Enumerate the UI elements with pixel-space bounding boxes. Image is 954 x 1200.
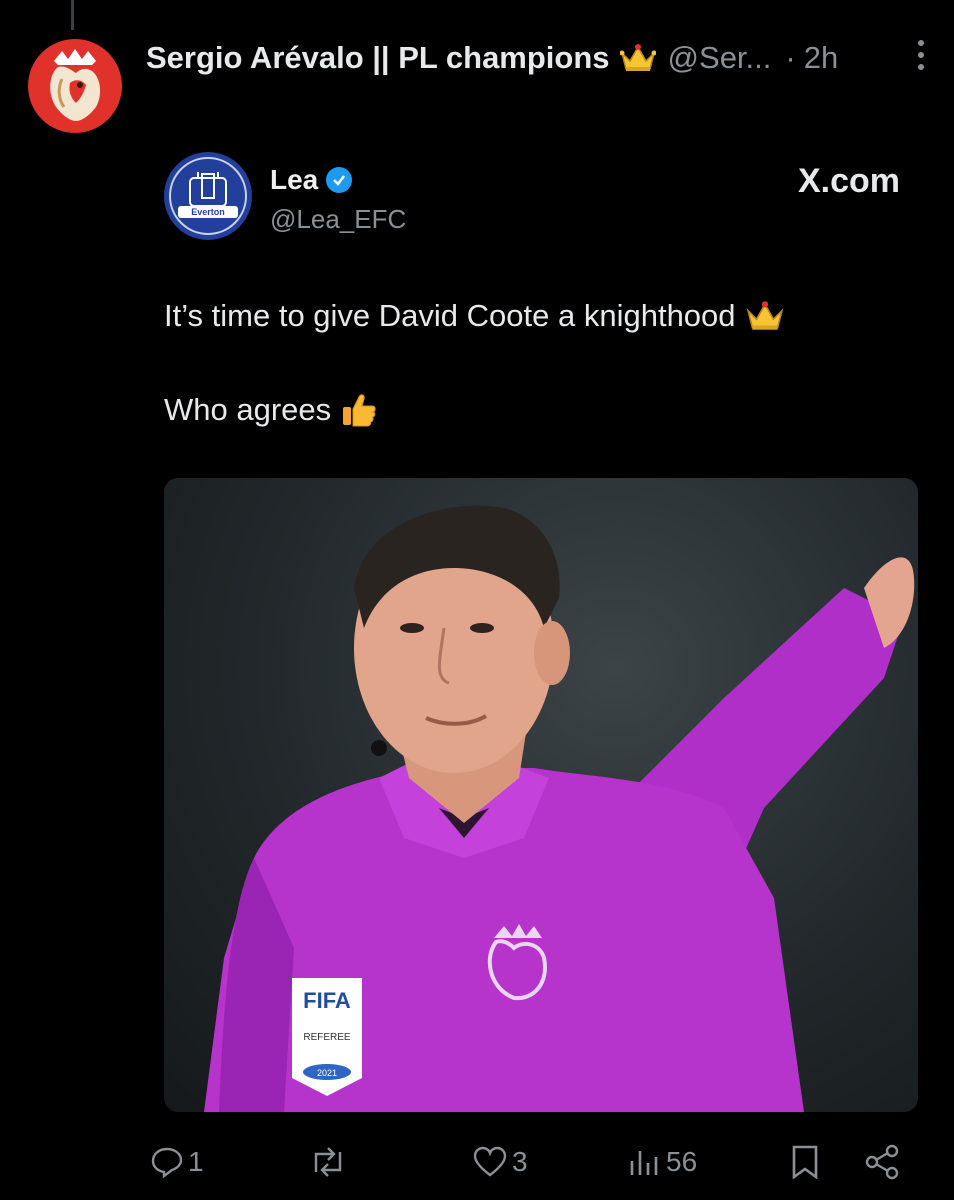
- quoted-line2-text: Who agrees: [164, 392, 332, 427]
- crown-icon: [619, 43, 656, 73]
- quoted-author-name[interactable]: Lea: [270, 164, 353, 196]
- author-name[interactable]: Sergio Arévalo || PL champions: [146, 40, 610, 76]
- reply-icon: [151, 1147, 183, 1178]
- fifa-label: FIFA: [303, 988, 351, 1013]
- quoted-post[interactable]: Everton Lea @Lea_EFC X.com It’s time to …: [146, 138, 926, 1118]
- repost-button[interactable]: [308, 1146, 352, 1178]
- quoted-text-line1: It’s time to give David Coote a knightho…: [164, 298, 784, 334]
- quoted-avatar[interactable]: Everton: [164, 152, 252, 240]
- reply-button[interactable]: 1: [150, 1146, 204, 1178]
- more-options-icon[interactable]: [918, 40, 924, 70]
- referee-label: REFEREE: [303, 1032, 351, 1043]
- tweet-header: Sergio Arévalo || PL champions @Ser... ·…: [146, 32, 924, 84]
- action-bar: 1 3 56: [146, 1136, 926, 1188]
- repost-icon: [314, 1147, 342, 1177]
- separator-dot: ·: [785, 40, 796, 75]
- heart-icon: [473, 1146, 507, 1177]
- everton-crest-icon: Everton: [169, 157, 247, 235]
- thread-connector-line: [71, 0, 74, 30]
- like-button[interactable]: 3: [472, 1146, 528, 1178]
- verified-badge-icon: [326, 167, 353, 193]
- badge-label: Everton: [191, 207, 225, 217]
- like-count: 3: [512, 1146, 528, 1177]
- referee-illustration: FIFA REFEREE 2021: [204, 505, 915, 1112]
- referee-photo[interactable]: FIFA REFEREE 2021: [164, 478, 918, 1112]
- views-count: 56: [666, 1146, 698, 1177]
- quoted-name-text: Lea: [270, 164, 319, 195]
- bookmark-icon: [792, 1145, 818, 1179]
- views-chart-icon: [630, 1151, 658, 1175]
- badge-year-label: 2021: [317, 1068, 337, 1078]
- timestamp[interactable]: 2h: [804, 40, 838, 76]
- share-icon: [865, 1144, 899, 1180]
- lion-crest-icon: [50, 49, 101, 121]
- source-watermark: X.com: [797, 162, 900, 200]
- avatar[interactable]: [28, 39, 122, 133]
- author-handle[interactable]: @Ser...: [668, 40, 772, 76]
- views-button[interactable]: 56: [628, 1146, 697, 1178]
- thumbs-up-icon: [341, 393, 377, 427]
- quoted-line1-text: It’s time to give David Coote a knightho…: [164, 298, 736, 333]
- crown-icon: [746, 300, 784, 332]
- quoted-author-handle[interactable]: @Lea_EFC: [270, 204, 406, 235]
- quoted-text-line2: Who agrees: [164, 392, 377, 428]
- reply-count: 1: [188, 1146, 204, 1177]
- bookmark-button[interactable]: [790, 1145, 820, 1179]
- share-button[interactable]: [864, 1144, 900, 1180]
